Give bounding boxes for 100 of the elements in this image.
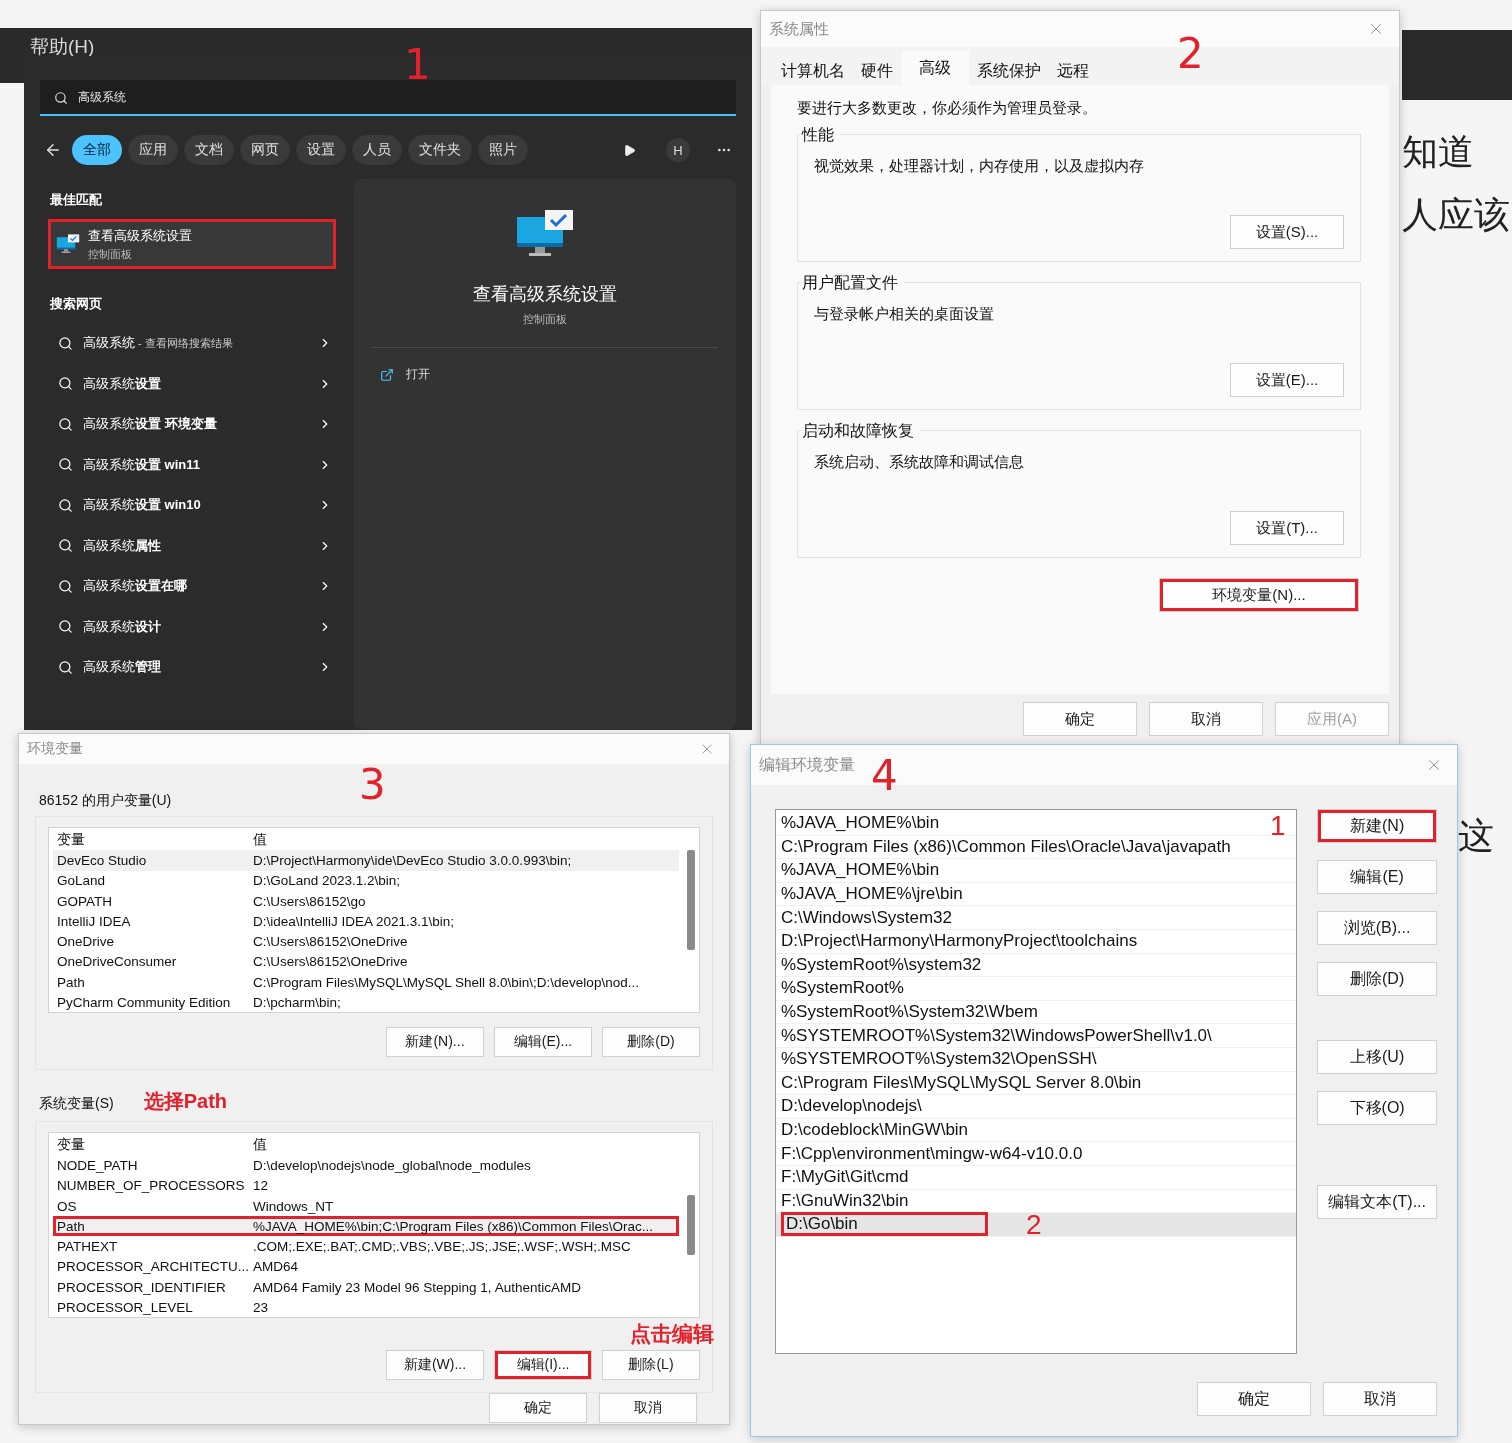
table-row[interactable]: PROCESSOR_LEVEL 23 bbox=[53, 1297, 679, 1318]
dialog-button[interactable]: 确定 bbox=[489, 1393, 587, 1423]
dialog-button[interactable]: 确定 bbox=[1197, 1382, 1311, 1416]
best-match-item[interactable]: 查看高级系统设置 控制面板 bbox=[48, 219, 336, 269]
path-entry[interactable]: %SystemRoot%\System32\Wbem bbox=[776, 1000, 1297, 1025]
search-suggestion[interactable]: 高级系统 - 查看网络搜索结果 bbox=[40, 323, 340, 364]
list-action-button[interactable]: 上移(U) bbox=[1317, 1040, 1437, 1074]
search-icon bbox=[58, 538, 73, 554]
table-row[interactable]: PROCESSOR_ARCHITECTU... AMD64 bbox=[53, 1256, 679, 1278]
tab[interactable]: 硬件 bbox=[853, 57, 901, 85]
dialog-button[interactable]: 确定 bbox=[1023, 702, 1137, 736]
list-action-button[interactable]: 下移(O) bbox=[1317, 1091, 1437, 1125]
search-suggestion[interactable]: 高级系统设置 win11 bbox=[40, 444, 340, 485]
dialog-button[interactable]: 取消 bbox=[599, 1393, 697, 1423]
list-action-button[interactable]: 编辑文本(T)... bbox=[1317, 1185, 1437, 1219]
settings-button[interactable]: 设置(T)... bbox=[1230, 511, 1344, 545]
filter-chip[interactable]: 设置 bbox=[296, 135, 346, 165]
dialog-button[interactable]: 取消 bbox=[1323, 1382, 1437, 1416]
path-entry[interactable]: %JAVA_HOME%\jre\bin bbox=[776, 882, 1297, 907]
table-row[interactable]: PATHEXT .COM;.EXE;.BAT;.CMD;.VBS;.VBE;.JS;.JSE;.WSF;.WSH;.MSC bbox=[53, 1236, 679, 1257]
search-icon bbox=[58, 376, 73, 392]
tab[interactable]: 计算机名 bbox=[773, 57, 853, 85]
search-suggestion[interactable]: 高级系统设置 环境变量 bbox=[40, 404, 340, 445]
preview-title: 查看高级系统设置 bbox=[473, 283, 617, 306]
section-heading: 搜索网页 bbox=[50, 295, 103, 313]
table-row[interactable]: Path C:\Program Files\MySQL\MySQL Shell 8.0\bin\;D:\develop\nod... bbox=[53, 972, 679, 993]
window-title: 编辑环境变量 bbox=[759, 754, 855, 775]
filter-chip[interactable]: 人员 bbox=[352, 135, 402, 165]
path-entry[interactable]: %SystemRoot%\system32 bbox=[776, 953, 1297, 978]
settings-button[interactable]: 设置(S)... bbox=[1230, 215, 1344, 249]
filter-chip[interactable]: 全部 bbox=[72, 135, 122, 165]
dialog-button[interactable]: 取消 bbox=[1149, 702, 1263, 736]
dialog-button[interactable]: 编辑(I)... bbox=[494, 1350, 592, 1380]
search-suggestion[interactable]: 高级系统设置 win10 bbox=[40, 485, 340, 526]
path-entry[interactable]: D:\codeblock\MinGW\bin bbox=[776, 1118, 1297, 1143]
table-row[interactable]: OS Windows_NT bbox=[53, 1195, 679, 1217]
list-action-button[interactable]: 删除(D) bbox=[1317, 962, 1437, 996]
filter-chip[interactable]: 文件夹 bbox=[408, 135, 472, 165]
path-entry[interactable]: F:\Cpp\environment\mingw-w64-v10.0.0 bbox=[776, 1142, 1297, 1166]
table-row[interactable]: GoLand D:\GoLand 2023.1.2\bin; bbox=[53, 870, 679, 891]
path-entry[interactable]: %SystemRoot% bbox=[776, 977, 1297, 1001]
path-entry[interactable]: %SYSTEMROOT%\System32\OpenSSH\ bbox=[776, 1047, 1297, 1072]
article-text: 这 bbox=[1458, 815, 1494, 856]
open-link[interactable]: 打开 bbox=[380, 366, 430, 383]
group-description: 视觉效果，处理器计划，内存使用，以及虚拟内存 bbox=[814, 157, 1145, 176]
search-field[interactable]: 高级系统 bbox=[40, 80, 736, 116]
path-entry[interactable]: D:\Go\bin 2 bbox=[776, 1213, 1297, 1237]
table-row[interactable]: IntelliJ IDEA D:\idea\IntelliJ IDEA 2021.3.1\bin; bbox=[53, 911, 679, 932]
table-row[interactable]: DevEco Studio D:\Project\Harmony\ide\DevEco Studio 3.0.0.993\bin; bbox=[53, 850, 679, 871]
path-entry[interactable]: C:\Windows\System32 bbox=[776, 906, 1297, 930]
dialog-button[interactable]: 新建(N)... bbox=[386, 1027, 484, 1057]
search-suggestion[interactable]: 高级系统属性 bbox=[40, 525, 340, 566]
filter-chip[interactable]: 应用 bbox=[128, 135, 178, 165]
section-heading: 86152 的用户变量(U) bbox=[39, 792, 172, 810]
annotation-number: 2 bbox=[1026, 1211, 1042, 1240]
search-icon bbox=[54, 91, 68, 105]
dialog-button[interactable]: 编辑(E)... bbox=[494, 1027, 592, 1057]
path-entry[interactable]: D:\Project\Harmony\HarmonyProject\toolchains bbox=[776, 929, 1297, 954]
path-entry[interactable]: D:\develop\nodejs\ bbox=[776, 1095, 1297, 1119]
search-suggestion[interactable]: 高级系统管理 bbox=[40, 647, 340, 688]
list-action-button[interactable]: 新建(N) bbox=[1317, 809, 1437, 843]
table-row[interactable]: GOPATH C:\Users\86152\go bbox=[53, 890, 679, 912]
dialog-button[interactable]: 新建(W)... bbox=[386, 1350, 484, 1380]
table-row[interactable]: PyCharm Community Edition D:\pcharm\bin; bbox=[53, 992, 679, 1013]
search-icon bbox=[58, 497, 73, 513]
column-header: 值 bbox=[253, 831, 268, 850]
table-row[interactable]: PROCESSOR_IDENTIFIER AMD64 Family 23 Model 96 Stepping 1, AuthenticAMD bbox=[53, 1277, 679, 1298]
tab[interactable]: 高级 bbox=[901, 51, 969, 85]
table-row[interactable]: OneDriveConsumer C:\Users\86152\OneDrive bbox=[53, 951, 679, 973]
list-action-button[interactable]: 浏览(B)... bbox=[1317, 911, 1437, 945]
list-action-button[interactable]: 编辑(E) bbox=[1317, 860, 1437, 894]
dialog-button[interactable]: 删除(D) bbox=[602, 1027, 700, 1057]
menu-label: 帮助(H) bbox=[30, 35, 95, 59]
search-suggestion[interactable]: 高级系统设置在哪 bbox=[40, 566, 340, 607]
search-suggestion[interactable]: 高级系统设计 bbox=[40, 606, 340, 647]
filter-chip[interactable]: 照片 bbox=[478, 135, 528, 165]
tab[interactable]: 远程 bbox=[1049, 57, 1097, 85]
account-button[interactable]: H bbox=[666, 138, 690, 162]
table-row[interactable]: OneDrive C:\Users\86152\OneDrive bbox=[53, 931, 679, 952]
path-entry[interactable]: C:\Program Files\MySQL\MySQL Server 8.0\bin bbox=[776, 1071, 1297, 1096]
path-entry[interactable]: %SYSTEMROOT%\System32\WindowsPowerShell\v1.0\ bbox=[776, 1024, 1297, 1048]
path-entry[interactable]: %JAVA_HOME%\bin bbox=[776, 859, 1297, 883]
filter-chip[interactable]: 文档 bbox=[184, 135, 234, 165]
filter-chip[interactable]: 网页 bbox=[240, 135, 290, 165]
article-text: 人应该 bbox=[1402, 193, 1511, 237]
article-text: 知道 bbox=[1402, 130, 1475, 174]
search-suggestion[interactable]: 高级系统设置 bbox=[40, 363, 340, 404]
tab[interactable]: 系统保护 bbox=[969, 57, 1049, 85]
table-row[interactable]: Path %JAVA_HOME%\bin;C:\Program Files (x86)\Common Files\Orac... bbox=[53, 1216, 679, 1237]
path-entry[interactable]: F:\MyGit\Git\cmd bbox=[776, 1165, 1297, 1190]
window-title: 环境变量 bbox=[27, 740, 83, 758]
dialog-button[interactable]: 删除(L) bbox=[602, 1350, 700, 1380]
table-row[interactable]: NUMBER_OF_PROCESSORS 12 bbox=[53, 1175, 679, 1196]
path-entry[interactable]: C:\Program Files (x86)\Common Files\Oracle\Java\javapath bbox=[776, 835, 1297, 860]
scrollbar bbox=[687, 1195, 695, 1255]
environment-variables-button[interactable]: 环境变量(N)... bbox=[1159, 578, 1359, 612]
table-row[interactable]: NODE_PATH D:\develop\nodejs\node_global\node_modules bbox=[53, 1155, 679, 1176]
search-icon bbox=[58, 578, 73, 594]
window-title: 系统属性 bbox=[769, 19, 829, 39]
settings-button[interactable]: 设置(E)... bbox=[1230, 363, 1344, 397]
